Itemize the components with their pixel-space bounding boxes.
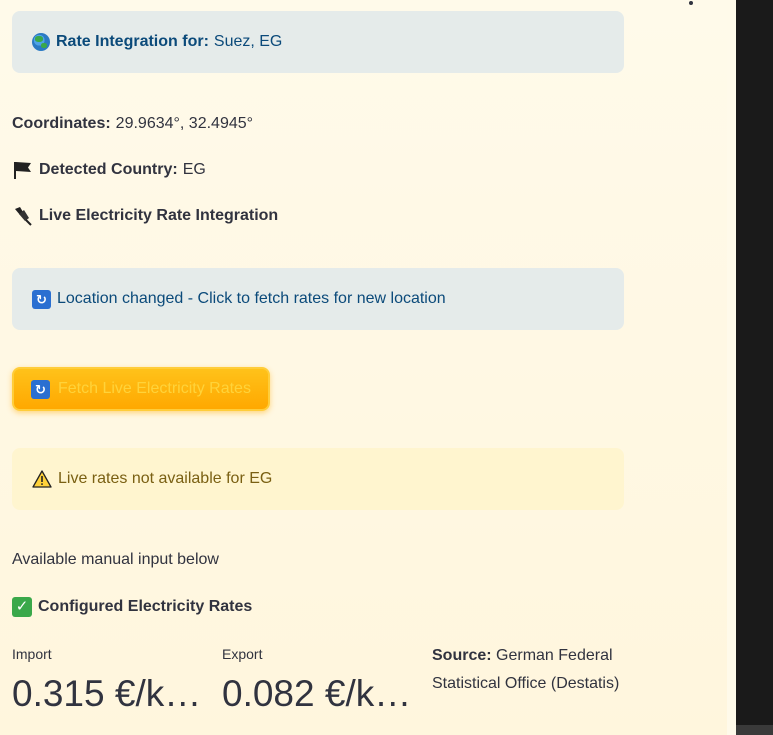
export-value: 0.082 €/kWh: [222, 673, 417, 714]
dark-strip: [736, 0, 773, 735]
more-options-icon[interactable]: [688, 0, 694, 10]
configured-rates-heading: ✓ Configured Electricity Rates: [12, 597, 252, 617]
location-notice-text: Location changed - Click to fetch rates …: [57, 290, 446, 307]
configured-rates-heading-text: Configured Electricity Rates: [38, 598, 253, 615]
fetch-live-rates-button[interactable]: ↻ Fetch Live Electricity Rates: [12, 367, 270, 411]
right-edge-panel: [727, 0, 773, 735]
coordinates-line: Coordinates: 29.9634°, 32.4945°: [12, 115, 253, 133]
live-rate-heading-text: Live Electricity Rate Integration: [39, 207, 279, 224]
flag-icon: [12, 160, 33, 180]
rate-integration-label: Rate Integration for:: [56, 33, 209, 50]
manual-input-text: Available manual input below: [12, 551, 219, 568]
country-label: Detected Country:: [39, 161, 178, 178]
coordinates-value: 29.9634°, 32.4945°: [115, 115, 254, 132]
plug-icon: [12, 206, 33, 226]
check-icon: ✓: [12, 597, 32, 617]
warning-icon: [32, 470, 52, 488]
country-value: EG: [182, 161, 206, 178]
export-label: Export: [222, 646, 263, 662]
warning-text: Live rates not available for EG: [58, 470, 273, 487]
detected-country-line: Detected Country: EG: [12, 160, 206, 180]
globe-icon: [32, 33, 50, 51]
rate-integration-banner: Rate Integration for: Suez, EG: [12, 11, 624, 73]
rate-integration-value: Suez, EG: [213, 33, 283, 50]
source-label: Source:: [432, 647, 492, 664]
warning-banner: Live rates not available for EG: [12, 448, 624, 510]
source-text: Source: German Federal Statistical Offic…: [432, 642, 632, 698]
refresh-icon: ↻: [32, 289, 51, 309]
fetch-button-label: Fetch Live Electricity Rates: [58, 380, 251, 397]
dark-strip-footer: [736, 725, 773, 735]
import-value: 0.315 €/kWh: [12, 673, 212, 714]
location-changed-notice: ↻ Location changed - Click to fetch rate…: [12, 268, 624, 330]
refresh-icon: ↻: [31, 379, 50, 399]
import-label: Import: [12, 646, 52, 662]
live-rate-heading: Live Electricity Rate Integration: [12, 206, 278, 226]
coordinates-label: Coordinates:: [12, 115, 111, 132]
main-content: Rate Integration for: Suez, EG Coordinat…: [0, 0, 727, 735]
